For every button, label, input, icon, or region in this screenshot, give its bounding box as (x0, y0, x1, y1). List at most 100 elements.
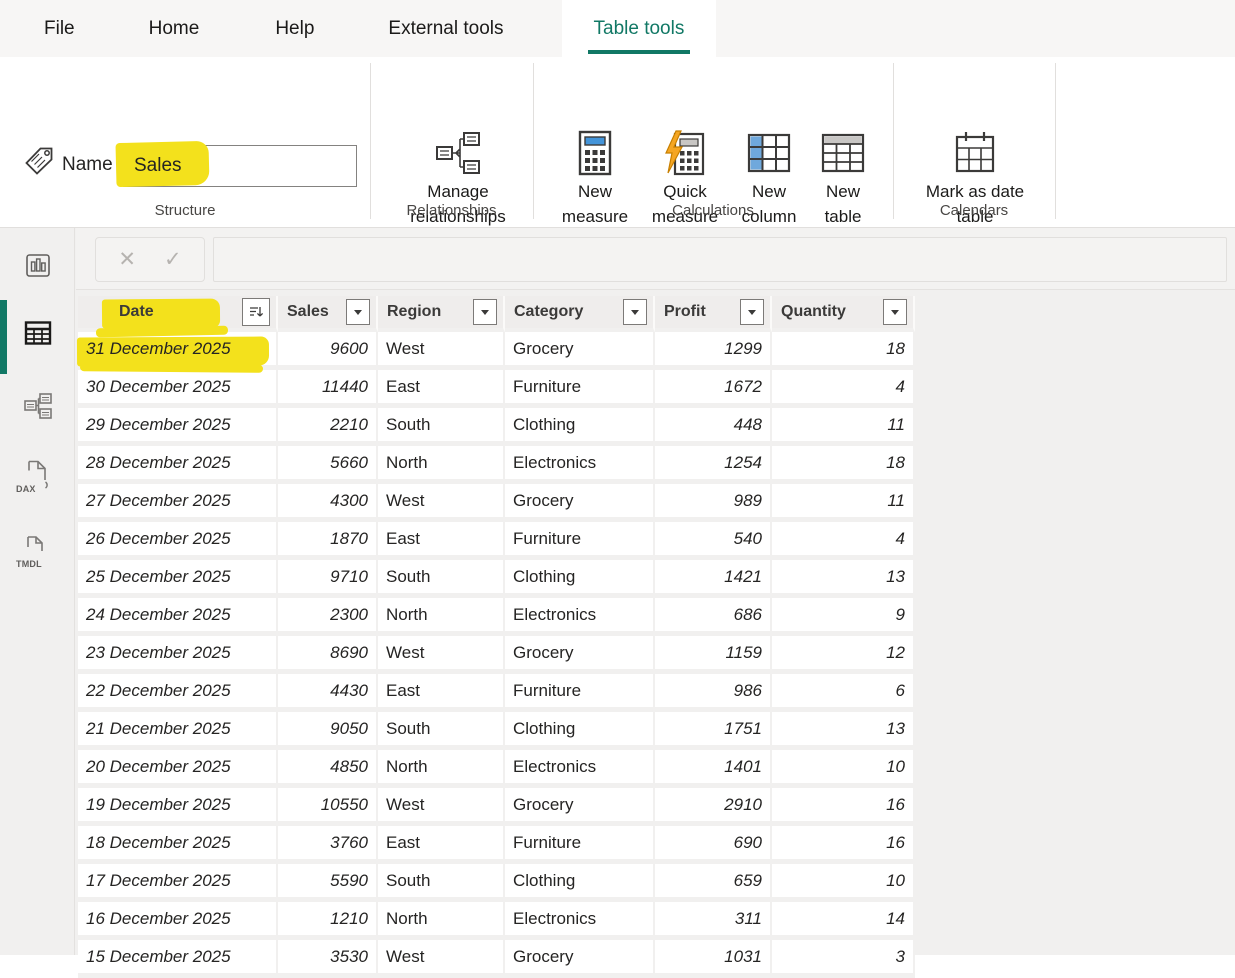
cell-sales[interactable]: 2300 (278, 598, 378, 636)
cell-region[interactable]: North (378, 446, 505, 484)
cell-sales[interactable]: 9600 (278, 332, 378, 370)
cell-date[interactable]: 30 December 2025 (78, 370, 278, 408)
menu-item-external-tools[interactable]: External tools (384, 0, 507, 57)
sidebar-item-report-view[interactable] (22, 250, 54, 282)
column-header-region[interactable]: Region (378, 296, 505, 332)
cell-profit[interactable]: 686 (655, 598, 772, 636)
cell-quantity[interactable]: 16 (772, 788, 915, 826)
cell-region[interactable]: West (378, 788, 505, 826)
cell-quantity[interactable]: 9 (772, 598, 915, 636)
cell-sales[interactable]: 5590 (278, 864, 378, 902)
cell-category[interactable]: Clothing (505, 712, 655, 750)
cell-date[interactable]: 16 December 2025 (78, 902, 278, 940)
cell-region[interactable]: North (378, 598, 505, 636)
cell-quantity[interactable]: 11 (772, 408, 915, 446)
menu-tab-table-tools[interactable]: Table tools (562, 0, 717, 57)
cell-profit[interactable]: 989 (655, 484, 772, 522)
region-filter-button[interactable] (473, 299, 497, 325)
cell-sales[interactable]: 9710 (278, 560, 378, 598)
cell-quantity[interactable]: 18 (772, 332, 915, 370)
cell-profit[interactable]: 659 (655, 864, 772, 902)
formula-cancel-button[interactable]: ✕ (118, 247, 136, 272)
column-header-profit[interactable]: Profit (655, 296, 772, 332)
column-header-category[interactable]: Category (505, 296, 655, 332)
cell-region[interactable]: East (378, 522, 505, 560)
cell-profit[interactable]: 1031 (655, 940, 772, 978)
cell-sales[interactable]: 5660 (278, 446, 378, 484)
cell-region[interactable]: North (378, 750, 505, 788)
cell-quantity[interactable]: 3 (772, 940, 915, 978)
cell-date[interactable]: 23 December 2025 (78, 636, 278, 674)
cell-quantity[interactable]: 10 (772, 750, 915, 788)
cell-category[interactable]: Electronics (505, 750, 655, 788)
sales-filter-button[interactable] (346, 299, 370, 325)
cell-profit[interactable]: 311 (655, 902, 772, 940)
cell-date[interactable]: 19 December 2025 (78, 788, 278, 826)
cell-profit[interactable]: 1421 (655, 560, 772, 598)
cell-quantity[interactable]: 16 (772, 826, 915, 864)
cell-category[interactable]: Grocery (505, 788, 655, 826)
cell-date[interactable]: 27 December 2025 (78, 484, 278, 522)
cell-date[interactable]: 24 December 2025 (78, 598, 278, 636)
cell-profit[interactable]: 986 (655, 674, 772, 712)
cell-date[interactable]: 29 December 2025 (78, 408, 278, 446)
cell-quantity[interactable]: 13 (772, 712, 915, 750)
cell-profit[interactable]: 448 (655, 408, 772, 446)
cell-region[interactable]: North (378, 902, 505, 940)
cell-category[interactable]: Electronics (505, 446, 655, 484)
cell-region[interactable]: South (378, 864, 505, 902)
cell-quantity[interactable]: 4 (772, 522, 915, 560)
cell-date[interactable]: 15 December 2025 (78, 940, 278, 978)
cell-profit[interactable]: 1401 (655, 750, 772, 788)
cell-sales[interactable]: 4430 (278, 674, 378, 712)
sidebar-item-table-view[interactable] (22, 317, 54, 349)
formula-input[interactable] (213, 237, 1227, 282)
cell-category[interactable]: Clothing (505, 560, 655, 598)
cell-date[interactable]: 18 December 2025 (78, 826, 278, 864)
cell-sales[interactable]: 4300 (278, 484, 378, 522)
quantity-filter-button[interactable] (883, 299, 907, 325)
sidebar-item-dax-query-view[interactable]: DAX (19, 459, 51, 491)
cell-date[interactable]: 21 December 2025 (78, 712, 278, 750)
column-header-sales[interactable]: Sales (278, 296, 378, 332)
cell-sales[interactable]: 1210 (278, 902, 378, 940)
cell-region[interactable]: East (378, 370, 505, 408)
cell-profit[interactable]: 540 (655, 522, 772, 560)
sidebar-item-model-view[interactable] (22, 390, 54, 422)
cell-quantity[interactable]: 18 (772, 446, 915, 484)
cell-region[interactable]: West (378, 484, 505, 522)
cell-profit[interactable]: 1672 (655, 370, 772, 408)
cell-region[interactable]: West (378, 332, 505, 370)
cell-quantity[interactable]: 13 (772, 560, 915, 598)
cell-category[interactable]: Electronics (505, 598, 655, 636)
cell-region[interactable]: West (378, 636, 505, 674)
cell-quantity[interactable]: 6 (772, 674, 915, 712)
cell-date[interactable]: 22 December 2025 (78, 674, 278, 712)
cell-category[interactable]: Grocery (505, 636, 655, 674)
menu-item-home[interactable]: Home (145, 0, 204, 57)
cell-profit[interactable]: 1159 (655, 636, 772, 674)
cell-profit[interactable]: 1299 (655, 332, 772, 370)
menu-item-file[interactable]: File (40, 0, 79, 57)
cell-region[interactable]: South (378, 560, 505, 598)
cell-region[interactable]: East (378, 826, 505, 864)
cell-sales[interactable]: 10550 (278, 788, 378, 826)
cell-quantity[interactable]: 4 (772, 370, 915, 408)
column-header-quantity[interactable]: Quantity (772, 296, 915, 332)
profit-filter-button[interactable] (740, 299, 764, 325)
cell-date[interactable]: 17 December 2025 (78, 864, 278, 902)
cell-sales[interactable]: 4850 (278, 750, 378, 788)
cell-region[interactable]: South (378, 712, 505, 750)
cell-quantity[interactable]: 12 (772, 636, 915, 674)
sidebar-item-tmdl-view[interactable]: TMDL (19, 534, 51, 566)
cell-profit[interactable]: 1254 (655, 446, 772, 484)
cell-sales[interactable]: 9050 (278, 712, 378, 750)
cell-date[interactable]: 25 December 2025 (78, 560, 278, 598)
cell-category[interactable]: Furniture (505, 674, 655, 712)
cell-date[interactable]: 28 December 2025 (78, 446, 278, 484)
cell-profit[interactable]: 690 (655, 826, 772, 864)
cell-category[interactable]: Grocery (505, 484, 655, 522)
cell-category[interactable]: Furniture (505, 370, 655, 408)
cell-category[interactable]: Grocery (505, 332, 655, 370)
date-sort-button[interactable] (242, 298, 270, 326)
